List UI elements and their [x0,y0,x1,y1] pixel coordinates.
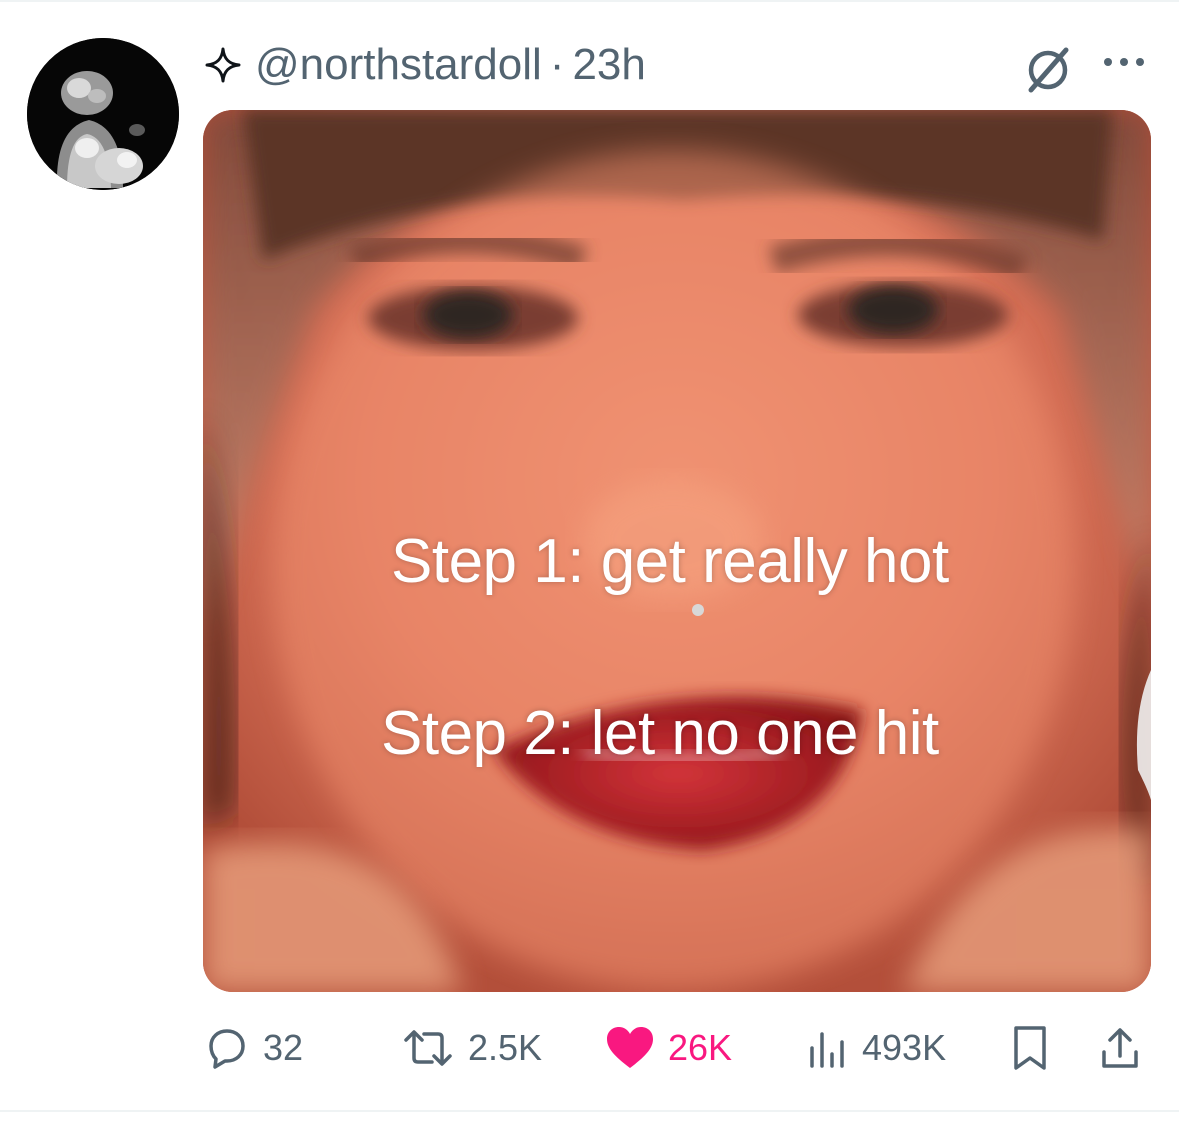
timestamp[interactable]: 23h [572,40,645,90]
sparkle-icon [203,45,243,85]
repost-count: 2.5K [468,1027,543,1068]
like-button[interactable]: 26K [604,1020,732,1076]
media-caption-line-2: Step 2: let no one hit [381,699,939,768]
avatar[interactable] [27,38,179,190]
action-bar: 32 2.5K 26K 493K [0,1020,1179,1076]
share-icon [1102,1028,1138,1068]
tweet-media[interactable]: Step 1: get really hot Step 2: let no on… [203,110,1151,992]
reply-count: 32 [263,1027,304,1068]
tweet-header: @northstardoll · 23h [203,38,646,92]
reply-icon [209,1029,245,1069]
more-icon[interactable] [1100,50,1148,74]
bottom-divider [0,1110,1179,1112]
views-button[interactable]: 493K [806,1020,946,1076]
separator-dot: · [549,40,565,89]
user-handle[interactable]: @northstardoll [255,40,542,90]
bookmark-button[interactable] [1008,1020,1052,1076]
grok-icon[interactable] [1022,44,1074,96]
reply-button[interactable]: 32 [203,1020,303,1076]
views-icon [810,1032,844,1068]
media-caption-line-1: Step 1: get really hot [391,527,949,596]
share-button[interactable] [1098,1020,1142,1076]
like-count: 26K [668,1027,733,1068]
avatar-image [27,38,179,190]
repost-icon [404,1030,452,1066]
heart-icon [607,1027,653,1068]
bookmark-icon [1014,1026,1046,1070]
top-divider [0,0,1179,2]
views-count: 493K [862,1027,947,1068]
repost-button[interactable]: 2.5K [400,1020,542,1076]
